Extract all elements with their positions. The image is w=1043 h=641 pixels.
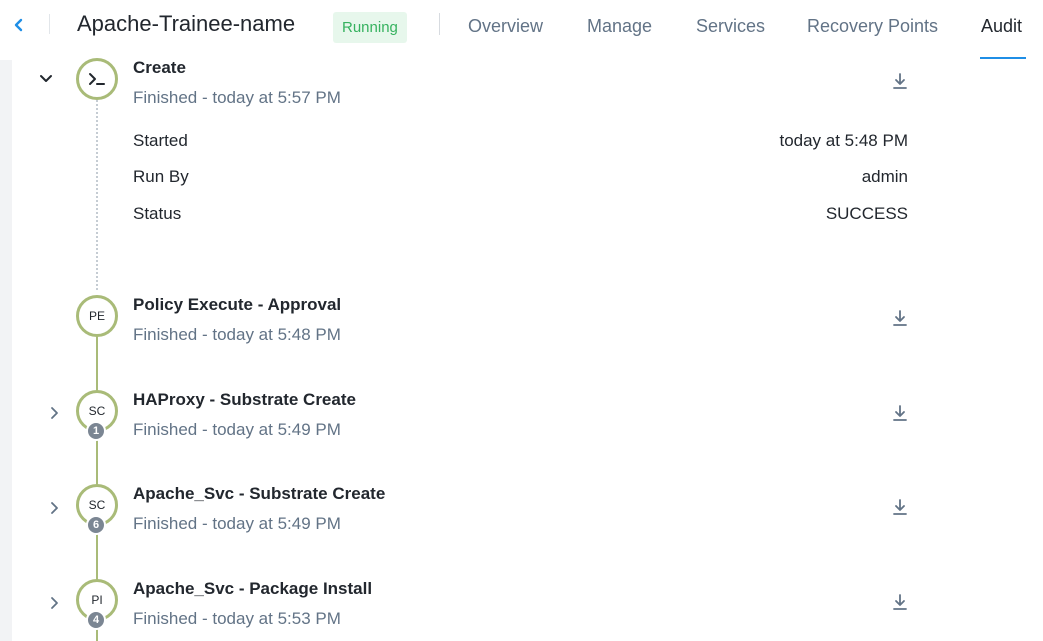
download-button[interactable] — [890, 403, 910, 423]
chevron-right-icon — [51, 597, 58, 609]
download-button[interactable] — [890, 308, 910, 328]
chevron-left-icon — [14, 18, 23, 32]
download-icon — [893, 405, 907, 421]
task-title: Create — [133, 58, 186, 77]
back-button[interactable] — [8, 14, 30, 36]
tab-overview[interactable]: Overview — [468, 16, 543, 37]
download-icon — [893, 73, 907, 89]
download-button[interactable] — [890, 71, 910, 91]
download-icon — [893, 310, 907, 326]
chevron-right-icon — [51, 502, 58, 514]
task-title: HAProxy - Substrate Create — [133, 390, 356, 409]
expand-toggle[interactable] — [47, 595, 63, 611]
chevron-down-icon — [40, 75, 52, 82]
chevron-right-icon — [51, 407, 58, 419]
header-divider — [49, 14, 50, 34]
task-status: Finished - today at 5:53 PM — [133, 609, 341, 628]
terminal-icon — [89, 73, 105, 85]
detail-label: Status — [133, 204, 182, 223]
task-status: Finished - today at 5:49 PM — [133, 514, 341, 533]
tab-audit[interactable]: Audit — [981, 16, 1022, 37]
detail-value: today at 5:48 PM — [779, 131, 908, 150]
collapse-toggle[interactable] — [38, 71, 54, 87]
task-node: PE — [76, 295, 118, 337]
task-node — [76, 58, 118, 100]
download-icon — [893, 499, 907, 515]
task-count-badge: 6 — [86, 515, 106, 535]
task-status: Finished - today at 5:49 PM — [133, 420, 341, 439]
download-button[interactable] — [890, 497, 910, 517]
download-icon — [893, 594, 907, 610]
detail-value: admin — [861, 167, 908, 186]
task-initials: PI — [91, 593, 103, 607]
task-title: Policy Execute - Approval — [133, 295, 342, 314]
task-initials: SC — [88, 404, 106, 418]
task-status: Finished - today at 5:57 PM — [133, 88, 341, 107]
task-title: Apache_Svc - Package Install — [133, 579, 373, 598]
active-tab-indicator — [980, 57, 1026, 59]
task-title: Apache_Svc - Substrate Create — [133, 484, 386, 503]
task-status: Finished - today at 5:48 PM — [133, 325, 341, 344]
download-button[interactable] — [890, 592, 910, 612]
header-divider — [439, 13, 440, 35]
detail-label: Started — [133, 131, 188, 150]
detail-label: Run By — [133, 167, 189, 186]
task-count-badge: 4 — [86, 610, 106, 630]
app-header: Apache-Trainee-name Running Overview Man… — [0, 0, 1043, 60]
expand-toggle[interactable] — [47, 500, 63, 516]
task-count-badge: 1 — [86, 421, 106, 441]
tab-services[interactable]: Services — [696, 16, 765, 37]
task-initials: SC — [88, 498, 106, 512]
task-initials: PE — [88, 309, 105, 323]
tab-manage[interactable]: Manage — [587, 16, 652, 37]
app-title: Apache-Trainee-name — [77, 11, 296, 36]
detail-value: SUCCESS — [825, 204, 908, 223]
timeline-connector — [96, 336, 98, 394]
timeline-connector — [96, 100, 98, 290]
left-rail — [0, 60, 12, 641]
expand-toggle[interactable] — [47, 405, 63, 421]
tab-recovery-points[interactable]: Recovery Points — [807, 16, 938, 37]
status-badge: Running — [333, 12, 407, 43]
